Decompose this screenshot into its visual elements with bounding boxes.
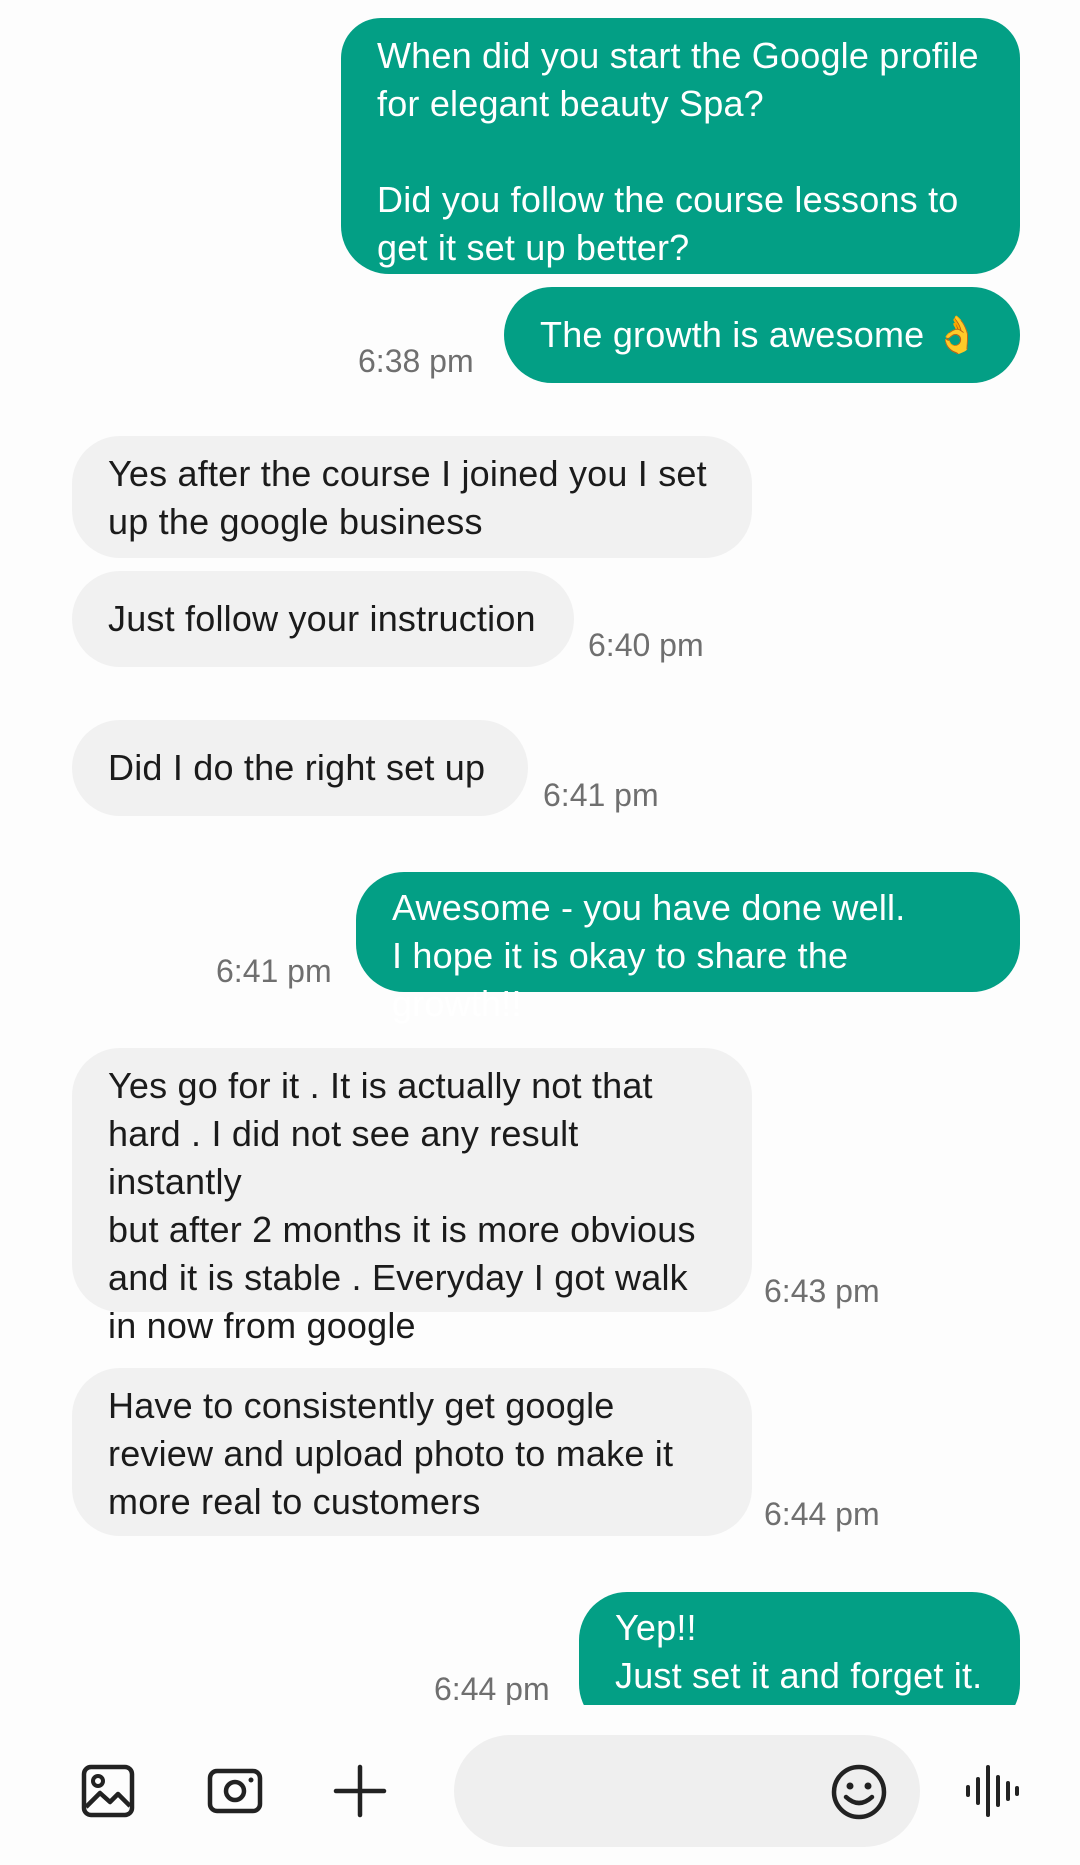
message-bubble-received[interactable]: Did I do the right set up bbox=[72, 720, 528, 816]
message-input[interactable] bbox=[454, 1735, 920, 1847]
emoji-icon[interactable] bbox=[830, 1763, 888, 1821]
message-timestamp: 6:44 pm bbox=[764, 1496, 880, 1532]
gallery-icon[interactable] bbox=[80, 1763, 136, 1819]
message-timestamp: 6:41 pm bbox=[543, 777, 659, 813]
message-bubble-received[interactable]: Yes go for it . It is actually not that … bbox=[72, 1048, 752, 1346]
message-bubble-sent[interactable]: The growth is awesome 👌 bbox=[504, 287, 1020, 383]
camera-icon[interactable] bbox=[206, 1765, 264, 1817]
message-timestamp: 6:41 pm bbox=[216, 953, 332, 989]
plus-icon[interactable] bbox=[332, 1763, 388, 1819]
message-bubble-sent[interactable]: Awesome - you have done well. I hope it … bbox=[356, 872, 1020, 1024]
message-timestamp: 6:38 pm bbox=[358, 343, 474, 379]
message-bubble-received[interactable]: Just follow your instruction bbox=[72, 571, 574, 667]
message-timestamp: 6:44 pm bbox=[434, 1671, 550, 1705]
message-composer bbox=[0, 1705, 1080, 1865]
message-bubble-sent[interactable]: Yep!! Just set it and forget it. bbox=[579, 1592, 1020, 1705]
message-timestamp: 6:40 pm bbox=[588, 627, 704, 663]
conversation-area[interactable]: When did you start the Google profile fo… bbox=[0, 0, 1080, 1705]
message-bubble-sent[interactable]: When did you start the Google profile fo… bbox=[341, 18, 1020, 274]
voice-icon[interactable] bbox=[962, 1763, 1022, 1819]
message-bubble-received[interactable]: Have to consistently get google review a… bbox=[72, 1368, 752, 1536]
message-bubble-received[interactable]: Yes after the course I joined you I set … bbox=[72, 436, 752, 558]
message-timestamp: 6:43 pm bbox=[764, 1273, 880, 1309]
